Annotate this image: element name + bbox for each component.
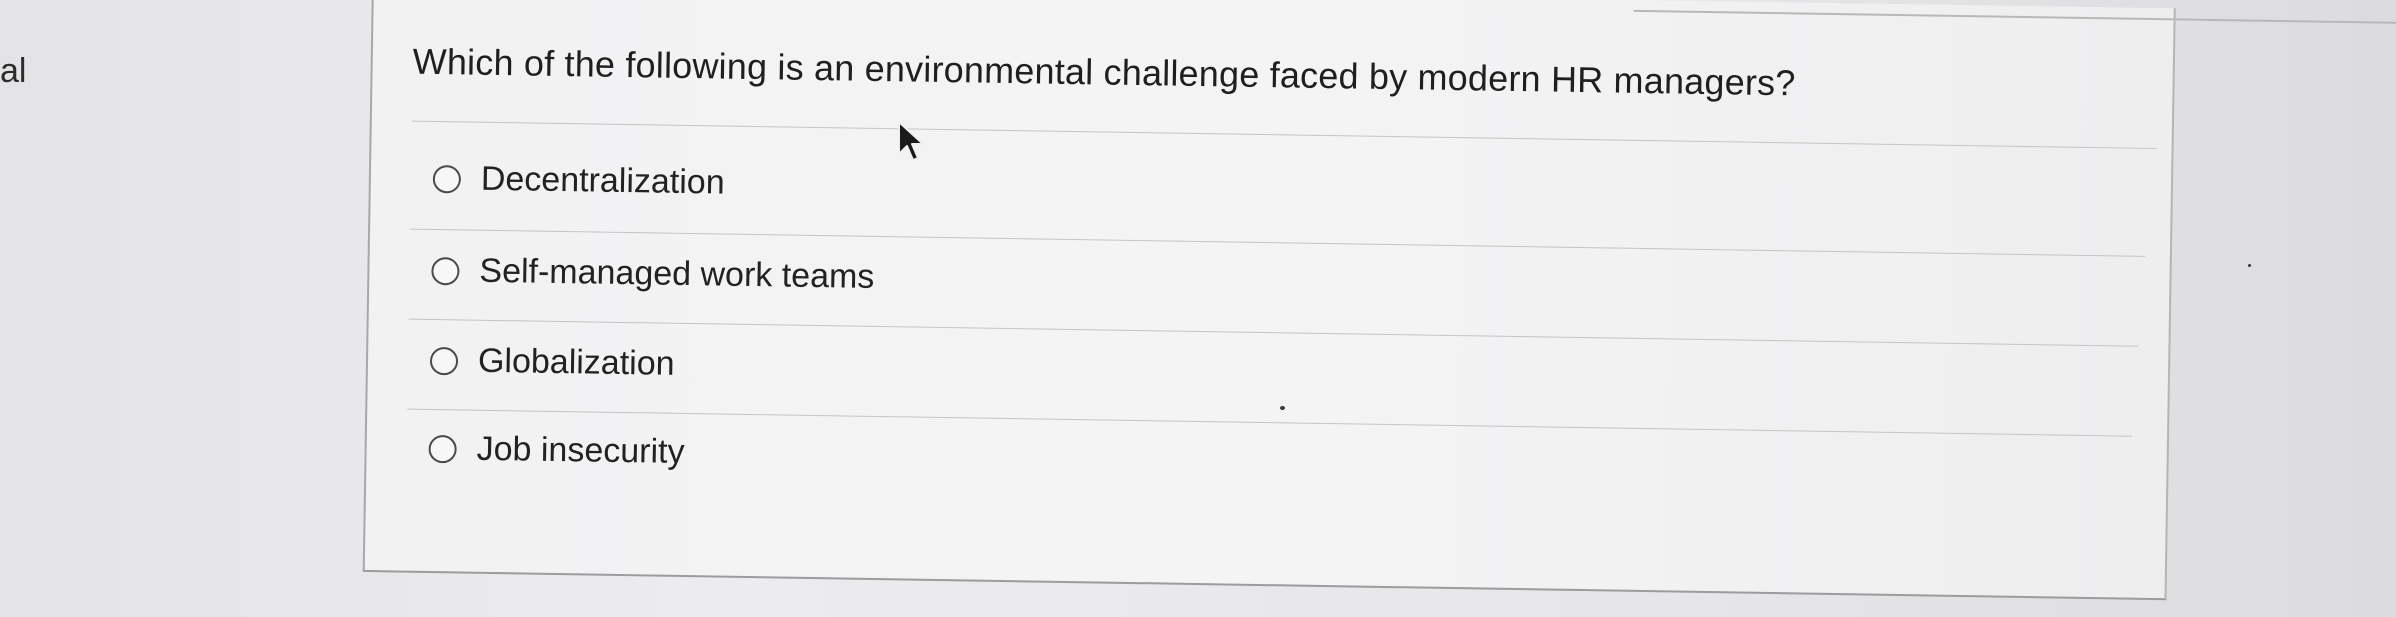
divider	[411, 120, 2157, 150]
answer-option-label: Globalization	[477, 341, 675, 383]
question-text: Which of the following is an environment…	[412, 40, 1796, 104]
radio-button[interactable]	[429, 346, 459, 375]
answer-option-label: Decentralization	[480, 159, 725, 202]
answer-option-label: Self-managed work teams	[479, 251, 875, 296]
screen-speck	[1280, 406, 1285, 410]
screen: al Which of the following is an environm…	[0, 0, 2396, 617]
answer-option-globalization[interactable]: Globalization	[429, 341, 675, 384]
radio-button[interactable]	[431, 256, 460, 285]
answer-option-self-managed-work-teams[interactable]: Self-managed work teams	[431, 251, 875, 297]
left-panel-text-fragment: al	[0, 52, 27, 90]
answer-option-label: Job insecurity	[476, 429, 685, 471]
question-card: Which of the following is an environment…	[362, 0, 2396, 601]
card-top-border	[1633, 9, 2396, 26]
radio-button[interactable]	[432, 164, 462, 193]
radio-button[interactable]	[428, 434, 457, 463]
answer-option-decentralization[interactable]: Decentralization	[432, 159, 725, 203]
divider	[408, 318, 2139, 347]
divider	[410, 228, 2145, 257]
screen-speck	[2248, 264, 2251, 267]
mouse-pointer-icon	[898, 121, 924, 161]
answer-option-job-insecurity[interactable]: Job insecurity	[428, 429, 685, 472]
